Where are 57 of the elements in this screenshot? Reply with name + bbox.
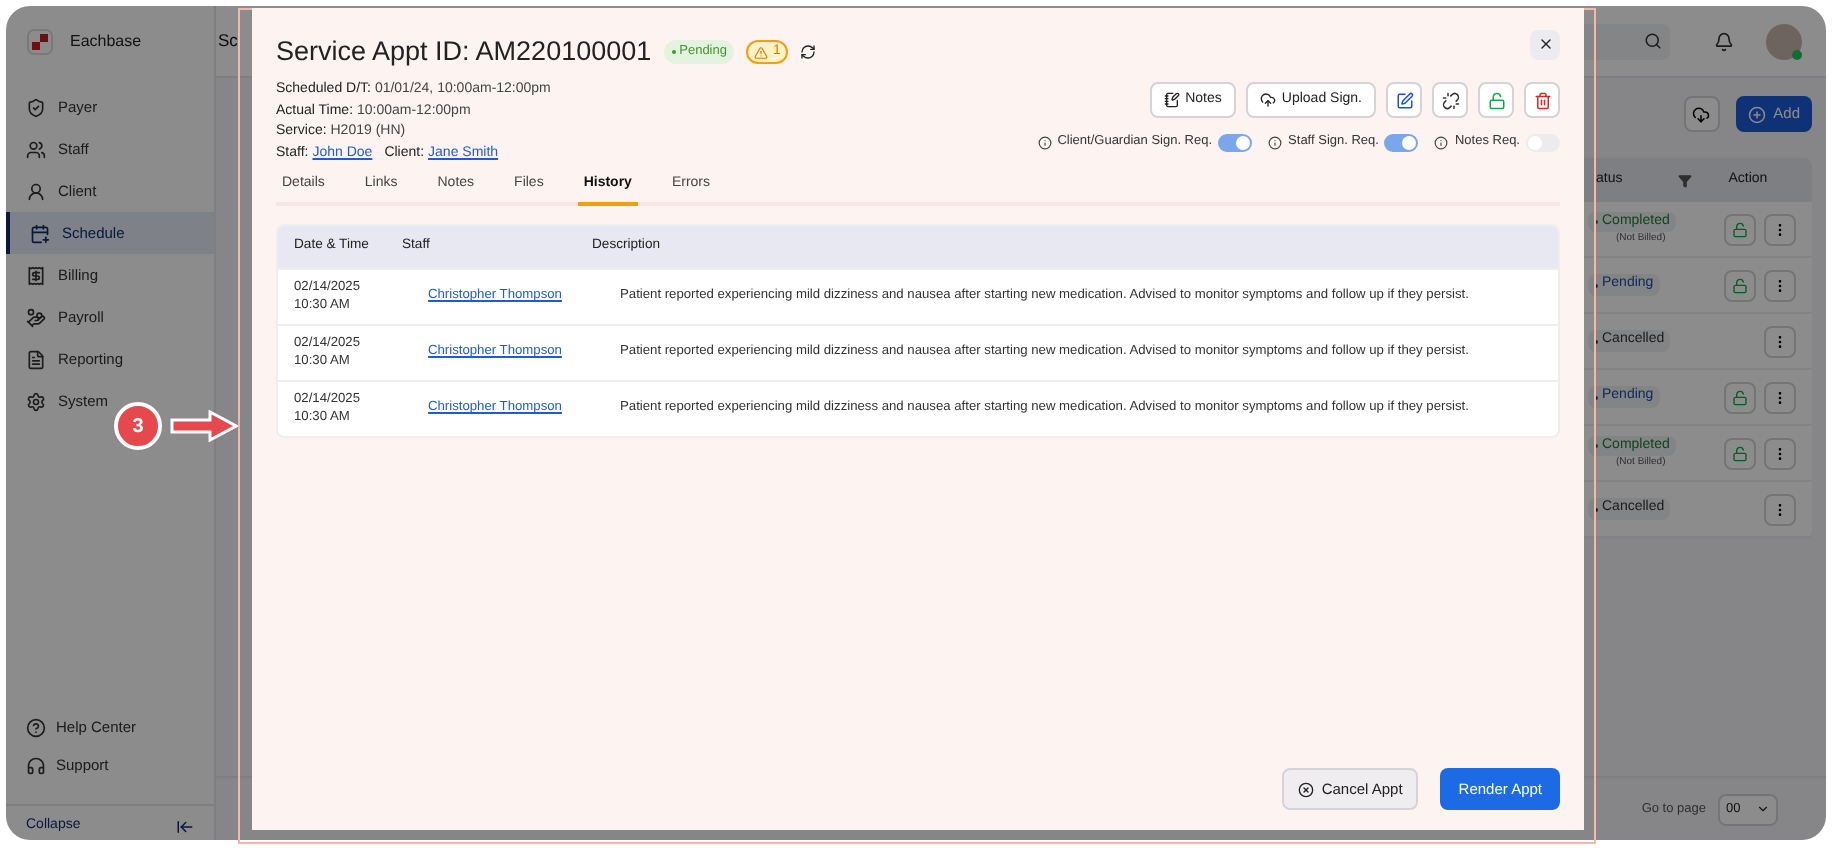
headset-icon	[26, 755, 46, 775]
chevron-icon	[1756, 802, 1770, 816]
collapse-icon	[176, 818, 194, 836]
info-icon	[1037, 135, 1052, 150]
more-button[interactable]	[1764, 381, 1796, 413]
unlock-icon	[1487, 91, 1505, 110]
refresh-icon[interactable]	[800, 44, 817, 61]
shield-icon	[26, 97, 46, 117]
edit-button[interactable]	[1386, 82, 1422, 119]
more-button[interactable]	[1764, 493, 1796, 525]
notebook-icon	[1163, 92, 1180, 109]
more-button[interactable]	[1764, 437, 1796, 469]
unlock-icon	[1732, 221, 1748, 237]
more-button[interactable]	[1764, 325, 1796, 357]
modal-title: Service Appt ID: AM220100001	[276, 34, 652, 70]
info-icon	[1268, 135, 1283, 150]
page-title: Sc	[218, 28, 238, 54]
brand-name: Eachbase	[70, 30, 142, 54]
toggle-switch[interactable]	[1384, 133, 1419, 152]
cloud-download-icon	[1692, 105, 1711, 123]
unlock-button[interactable]	[1724, 437, 1756, 469]
coins-icon	[26, 307, 46, 327]
filter-icon[interactable]	[1678, 173, 1693, 187]
unlock-button[interactable]	[1724, 213, 1756, 245]
more-button[interactable]	[1764, 213, 1796, 245]
unlock-button[interactable]	[1724, 269, 1756, 301]
document-icon	[26, 349, 46, 369]
logo-icon	[26, 28, 54, 56]
close-icon	[1537, 36, 1553, 53]
edit-icon	[1395, 91, 1413, 110]
plus-icon	[1747, 105, 1766, 123]
delete-button[interactable]	[1524, 82, 1560, 119]
info-icon	[1434, 135, 1449, 150]
cloud-upload-icon	[1259, 92, 1276, 109]
unlock-icon	[1732, 445, 1748, 461]
unlock-button[interactable]	[1724, 381, 1756, 413]
unlock-icon	[1732, 389, 1748, 405]
receipt-icon	[26, 265, 46, 285]
unlink-icon	[1441, 91, 1459, 110]
cancel-icon	[1297, 781, 1314, 797]
calendar-icon	[30, 223, 50, 243]
trash-icon	[1533, 91, 1551, 110]
toggle-switch[interactable]	[1218, 133, 1253, 152]
bell-icon[interactable]	[1714, 31, 1734, 51]
people-icon	[26, 139, 46, 159]
search-icon	[1644, 32, 1662, 50]
help-icon	[26, 717, 46, 737]
unlock-icon	[1732, 277, 1748, 293]
close-button[interactable]	[1530, 29, 1560, 60]
unlink-button[interactable]	[1432, 82, 1468, 119]
warning-icon	[754, 45, 769, 60]
avatar[interactable]	[1766, 23, 1802, 59]
unlock-button[interactable]	[1478, 82, 1514, 119]
gear-icon	[26, 391, 46, 411]
cloud-download-button[interactable]	[1683, 96, 1720, 132]
more-button[interactable]	[1764, 269, 1796, 301]
person-icon	[26, 181, 46, 201]
